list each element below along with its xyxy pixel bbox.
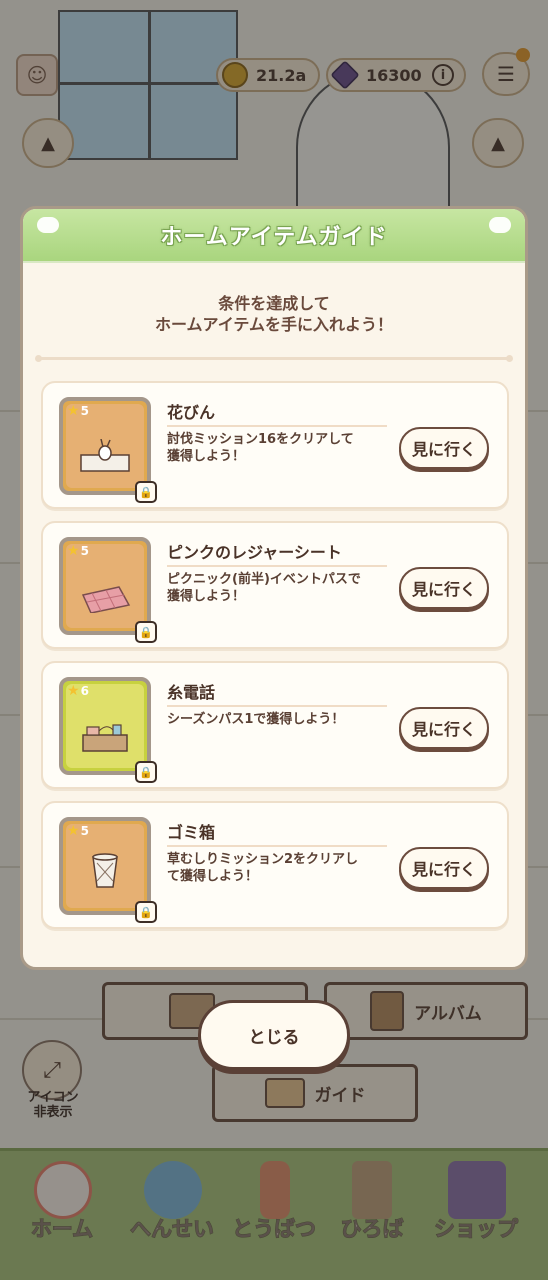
home-item-guide-dialog: ホームアイテムガイド 条件を達成して ホームアイテムを手に入れよう！ ★ 5 🔒 … — [20, 206, 528, 970]
lock-icon: 🔒 — [135, 901, 157, 923]
rarity-badge: ★ 5 — [67, 403, 89, 419]
guide-list: ★ 5 🔒 花びん 討伐ミッション16をクリアして 獲得しよう！ 見に行く ★ 5 — [41, 381, 509, 941]
item-thumbnail[interactable]: ★ 5 🔒 — [59, 537, 157, 643]
guide-card: ★ 5 🔒 ゴミ箱 草むしりミッション2をクリアし て獲得しよう！ 見に行く — [41, 801, 509, 929]
item-description: 草むしりミッション2をクリアし て獲得しよう！ — [167, 852, 359, 884]
rarity-badge: ★ 5 — [67, 823, 89, 839]
item-name: 糸電話 — [167, 683, 216, 702]
item-thumbnail[interactable]: ★ 5 🔒 — [59, 397, 157, 503]
lock-icon: 🔒 — [135, 761, 157, 783]
item-thumbnail[interactable]: ★ 6 🔒 — [59, 677, 157, 783]
item-name: ピンクのレジャーシート — [167, 543, 342, 562]
dialog-title: ホームアイテムガイド — [160, 225, 388, 250]
go-to-button[interactable]: 見に行く — [399, 427, 489, 469]
guide-card: ★ 5 🔒 花びん 討伐ミッション16をクリアして 獲得しよう！ 見に行く — [41, 381, 509, 509]
name-underline — [167, 705, 387, 707]
item-description: シーズンパス1で獲得しよう！ — [167, 712, 345, 727]
lock-icon: 🔒 — [135, 621, 157, 643]
dialog-subtitle: 条件を達成して ホームアイテムを手に入れよう！ — [155, 294, 393, 334]
star-icon: ★ — [67, 683, 80, 699]
guide-card: ★ 6 🔒 糸電話 シーズンパス1で獲得しよう！ 見に行く — [41, 661, 509, 789]
string-phone-icon — [82, 724, 128, 752]
item-thumbnail[interactable]: ★ 5 🔒 — [59, 817, 157, 923]
item-description: ピクニック(前半)イベントパスで 獲得しよう！ — [167, 572, 361, 604]
dialog-header: ホームアイテムガイド — [23, 209, 525, 263]
item-name: 花びん — [167, 403, 216, 422]
star-icon: ★ — [67, 403, 80, 419]
rarity-badge: ★ 6 — [67, 683, 89, 699]
picnic-sheet-icon — [81, 586, 131, 613]
star-icon: ★ — [67, 543, 80, 559]
rarity-badge: ★ 5 — [67, 543, 89, 559]
go-to-button[interactable]: 見に行く — [399, 847, 489, 889]
item-name: ゴミ箱 — [167, 823, 216, 842]
item-description: 討伐ミッション16をクリアして 獲得しよう！ — [167, 432, 354, 464]
vase-icon — [80, 439, 130, 472]
dialog-divider — [35, 355, 513, 362]
lock-icon: 🔒 — [135, 481, 157, 503]
name-underline — [167, 425, 387, 427]
trash-bin-icon — [92, 853, 118, 888]
guide-card: ★ 5 🔒 ピンクのレジャーシート ピクニック(前半)イベントパスで 獲得しよう！… — [41, 521, 509, 649]
go-to-button[interactable]: 見に行く — [399, 567, 489, 609]
flower-deco-icon — [489, 217, 511, 233]
go-to-button[interactable]: 見に行く — [399, 707, 489, 749]
flower-deco-icon — [37, 217, 59, 233]
name-underline — [167, 845, 387, 847]
close-button[interactable]: とじる — [198, 1000, 350, 1070]
star-icon: ★ — [67, 823, 80, 839]
name-underline — [167, 565, 387, 567]
nav-overlay — [0, 1148, 548, 1280]
